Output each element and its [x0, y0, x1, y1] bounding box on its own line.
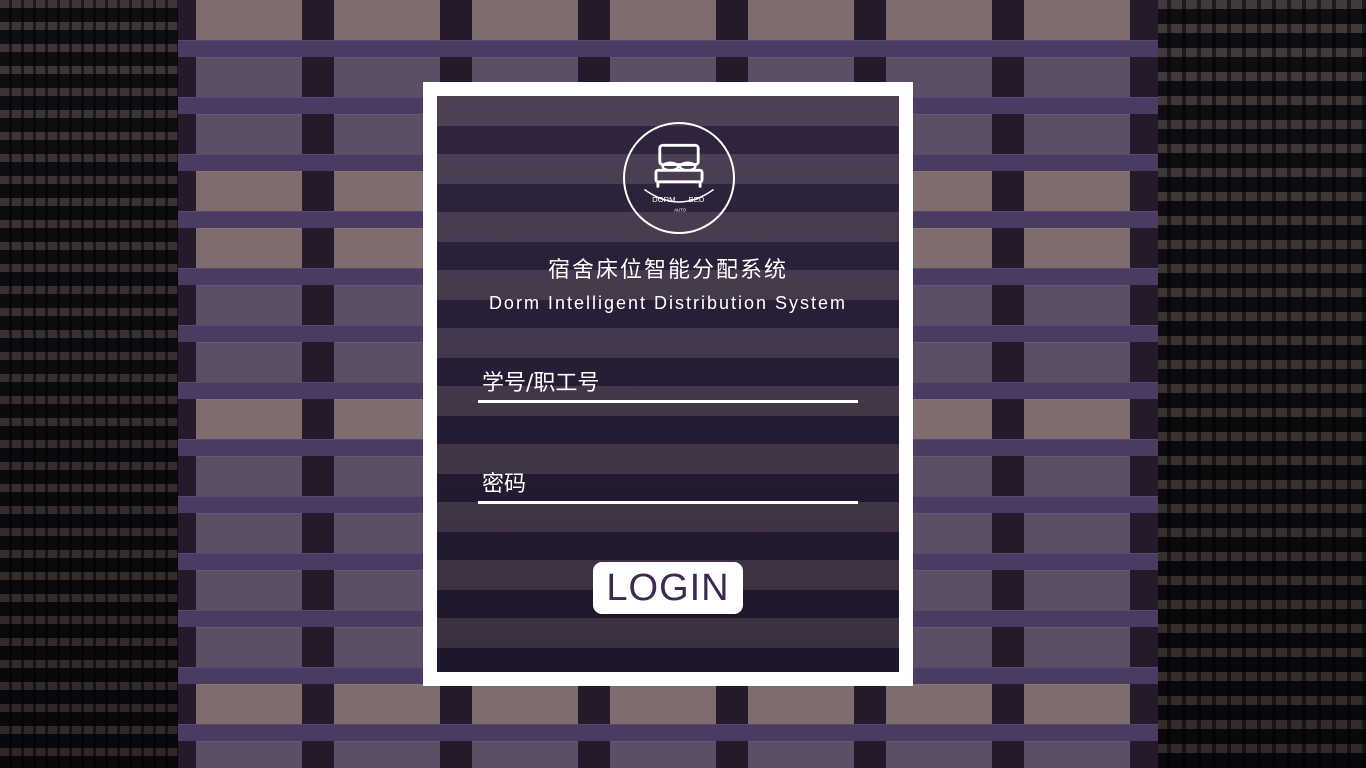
password-input[interactable] [478, 467, 858, 501]
logo-text-right: BED [689, 195, 705, 204]
username-input[interactable] [478, 366, 858, 400]
logo-text-left: DORM [652, 195, 675, 204]
password-field [478, 467, 858, 504]
system-title-en: Dorm Intelligent Distribution System [488, 293, 848, 313]
building-window-row [178, 0, 1158, 40]
logo-text-bottom: AUTO [674, 208, 687, 213]
username-field [478, 366, 858, 403]
building-floor-band [178, 724, 1158, 742]
building-floor-band [178, 40, 1158, 58]
login-button[interactable]: LOGIN [593, 562, 743, 614]
background-building-left [0, 0, 180, 768]
background-building-right [1156, 0, 1366, 768]
building-window-row [178, 684, 1158, 724]
building-window-row [178, 741, 1158, 768]
dorm-bed-logo: DORM BED AUTO [623, 122, 735, 234]
system-title-cn: 宿舍床位智能分配系统 [547, 258, 788, 283]
login-panel: DORM BED AUTO 宿舍床位智能分配系统 Dorm Intelligen… [423, 82, 913, 686]
login-panel-body: DORM BED AUTO 宿舍床位智能分配系统 Dorm Intelligen… [437, 96, 899, 672]
bed-icon: DORM BED AUTO [644, 143, 714, 213]
